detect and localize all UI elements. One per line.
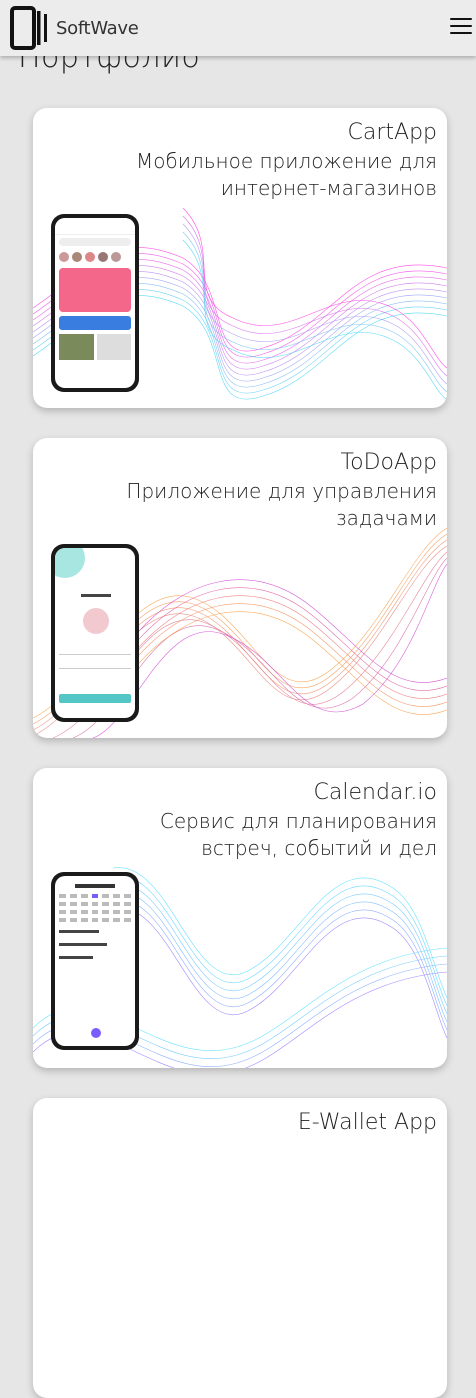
phone-mockup-todoapp xyxy=(51,544,139,722)
project-card-cartapp[interactable]: CartApp Мобильное приложение для интерне… xyxy=(33,108,447,408)
site-header: SoftWave xyxy=(0,0,476,56)
project-description: Мобильное приложение для интернет-магази… xyxy=(136,149,437,200)
project-description: Приложение для управления задачами xyxy=(126,479,437,530)
brand-logo[interactable]: SoftWave xyxy=(10,5,139,51)
phone-mockup-cartapp xyxy=(51,214,139,392)
project-title: CartApp xyxy=(347,120,438,145)
project-card-calendar[interactable]: Calendar.io Сервис для планирования встр… xyxy=(33,768,447,1068)
logo-mark-icon xyxy=(10,6,47,50)
project-title: ToDoApp xyxy=(340,450,437,475)
project-card-ewallet[interactable]: E-Wallet App xyxy=(33,1098,447,1398)
brand-name: SoftWave xyxy=(56,17,139,39)
project-title: Calendar.io xyxy=(313,780,437,805)
hamburger-menu-icon[interactable] xyxy=(450,18,472,38)
project-card-todoapp[interactable]: ToDoApp Приложение для управления задача… xyxy=(33,438,447,738)
project-description: Сервис для планирования встреч, событий … xyxy=(159,809,437,860)
phone-mockup-calendar xyxy=(51,872,139,1050)
